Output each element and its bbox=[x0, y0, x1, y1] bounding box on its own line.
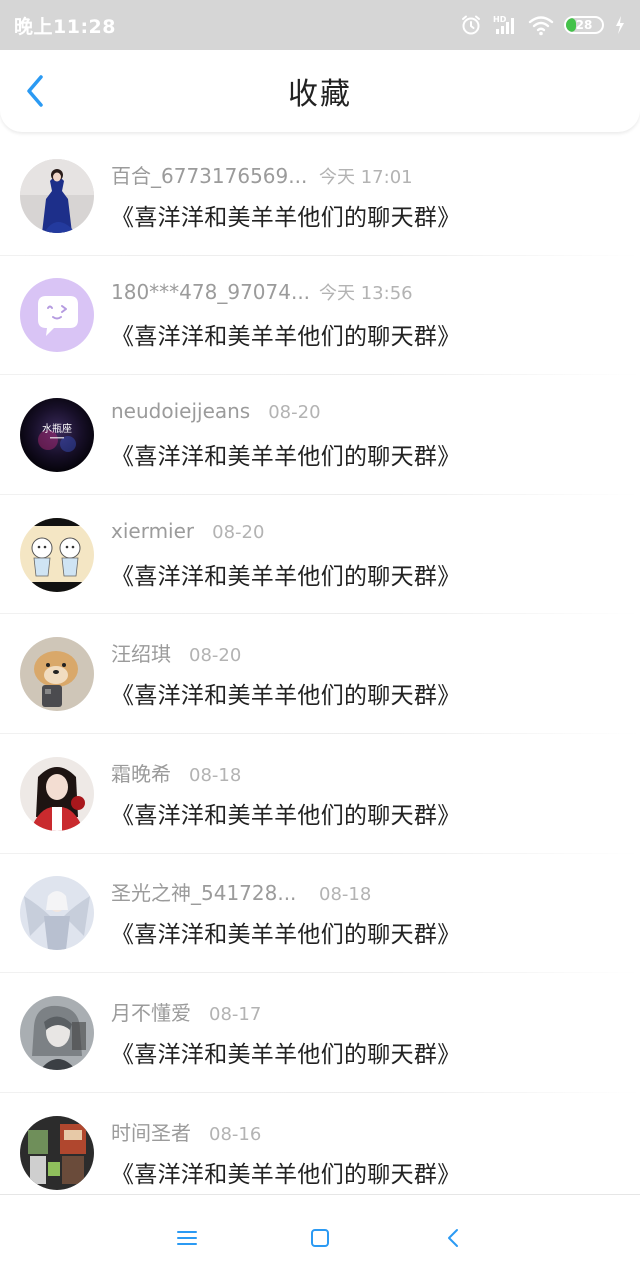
charging-icon bbox=[616, 16, 624, 34]
username: neudoiejjeans bbox=[111, 398, 251, 423]
list-item-text: neudoiejjeans 08-20 《喜洋洋和美羊羊他们的聊天群》 bbox=[111, 399, 461, 471]
avatar[interactable]: 水瓶座 bbox=[20, 397, 94, 472]
list-item-text: 时间圣者 08-16 《喜洋洋和美羊羊他们的聊天群》 bbox=[111, 1117, 461, 1189]
system-nav-bar bbox=[0, 1194, 640, 1280]
avatar[interactable] bbox=[20, 995, 94, 1070]
list-item-text: 月不懂爱 08-17 《喜洋洋和美羊羊他们的聊天群》 bbox=[111, 997, 461, 1069]
back-triangle-icon bbox=[448, 1228, 459, 1247]
story-title: 《喜洋洋和美羊羊他们的聊天群》 bbox=[111, 802, 461, 829]
avatar[interactable] bbox=[20, 1115, 94, 1190]
avatar[interactable] bbox=[20, 637, 94, 712]
page-title: 收藏 bbox=[288, 77, 352, 112]
story-title: 《喜洋洋和美羊羊他们的聊天群》 bbox=[111, 563, 461, 590]
list-item[interactable]: 月不懂爱 08-17 《喜洋洋和美羊羊他们的聊天群》 bbox=[0, 973, 640, 1093]
back-button[interactable] bbox=[18, 74, 52, 108]
status-bar: 晚上11:28 HD 28 bbox=[0, 0, 640, 50]
username: 霜晚希 bbox=[111, 761, 171, 786]
status-icons: HD 28 bbox=[460, 14, 626, 36]
list-item[interactable]: 时间圣者 08-16 《喜洋洋和美羊羊他们的聊天群》 bbox=[0, 1093, 640, 1194]
avatar[interactable] bbox=[20, 278, 94, 353]
username: 汪绍琪 bbox=[111, 642, 171, 667]
svg-text:HD: HD bbox=[493, 15, 507, 24]
timestamp: 今天 17:01 bbox=[319, 166, 413, 188]
home-button[interactable] bbox=[300, 1218, 340, 1258]
username: 月不懂爱 bbox=[111, 1000, 191, 1025]
list-item-text: xiermier 08-20 《喜洋洋和美羊羊他们的聊天群》 bbox=[111, 519, 461, 591]
timestamp: 08-18 bbox=[189, 764, 242, 786]
signal-hd-icon: HD bbox=[493, 15, 514, 34]
timestamp: 今天 13:56 bbox=[319, 283, 413, 305]
list-item[interactable]: 圣光之神_541728... 08-18 《喜洋洋和美羊羊他们的聊天群》 bbox=[0, 854, 640, 974]
avatar[interactable] bbox=[20, 876, 94, 951]
story-title: 《喜洋洋和美羊羊他们的聊天群》 bbox=[111, 683, 461, 710]
header: 收藏 bbox=[0, 50, 640, 132]
avatar-caption: 水瓶座 bbox=[42, 422, 72, 435]
wifi-icon bbox=[528, 16, 554, 36]
list-item[interactable]: 水瓶座 neudoiejjeans 08-20 《喜洋洋和美羊羊他们的聊天群》 bbox=[0, 375, 640, 495]
list-item[interactable]: 180***478_97074... 今天 13:56 《喜洋洋和美羊羊他们的聊… bbox=[0, 256, 640, 376]
home-square-icon bbox=[310, 1228, 329, 1247]
timestamp: 08-20 bbox=[268, 401, 321, 423]
story-title: 《喜洋洋和美羊羊他们的聊天群》 bbox=[111, 443, 461, 470]
username: 180***478_97074... bbox=[111, 280, 311, 305]
favorites-list: 百合_6773176569... 今天 17:01 《喜洋洋和美羊羊他们的聊天群… bbox=[0, 136, 640, 1194]
list-item[interactable]: 霜晚希 08-18 《喜洋洋和美羊羊他们的聊天群》 bbox=[0, 734, 640, 854]
avatar[interactable] bbox=[20, 756, 94, 831]
username: 圣光之神_541728... bbox=[111, 881, 297, 906]
username: 百合_6773176569... bbox=[111, 163, 308, 188]
nav-back-button[interactable] bbox=[433, 1218, 473, 1258]
timestamp: 08-20 bbox=[189, 645, 242, 667]
avatar[interactable] bbox=[20, 517, 94, 592]
menu-button[interactable] bbox=[167, 1218, 207, 1258]
list-item[interactable]: 汪绍琪 08-20 《喜洋洋和美羊羊他们的聊天群》 bbox=[0, 614, 640, 734]
list-item-text: 180***478_97074... 今天 13:56 《喜洋洋和美羊羊他们的聊… bbox=[111, 279, 461, 351]
list-item-text: 汪绍琪 08-20 《喜洋洋和美羊羊他们的聊天群》 bbox=[111, 638, 461, 710]
battery-level-text: 28 bbox=[575, 18, 593, 32]
timestamp: 08-18 bbox=[319, 884, 372, 906]
timestamp: 08-16 bbox=[209, 1123, 262, 1145]
battery-icon: 28 bbox=[564, 16, 604, 34]
chevron-left-icon bbox=[27, 75, 43, 107]
story-title: 《喜洋洋和美羊羊他们的聊天群》 bbox=[111, 204, 461, 231]
list-item[interactable]: xiermier 08-20 《喜洋洋和美羊羊他们的聊天群》 bbox=[0, 495, 640, 615]
story-title: 《喜洋洋和美羊羊他们的聊天群》 bbox=[111, 1041, 461, 1068]
timestamp: 08-17 bbox=[209, 1003, 262, 1025]
story-title: 《喜洋洋和美羊羊他们的聊天群》 bbox=[111, 922, 461, 949]
story-title: 《喜洋洋和美羊羊他们的聊天群》 bbox=[111, 1161, 461, 1188]
list-item-text: 霜晚希 08-18 《喜洋洋和美羊羊他们的聊天群》 bbox=[111, 758, 461, 830]
timestamp: 08-20 bbox=[212, 521, 265, 543]
username: 时间圣者 bbox=[111, 1120, 191, 1145]
username: xiermier bbox=[111, 518, 195, 543]
alarm-icon bbox=[462, 15, 480, 35]
story-title: 《喜洋洋和美羊羊他们的聊天群》 bbox=[111, 324, 461, 351]
list-item-text: 百合_6773176569... 今天 17:01 《喜洋洋和美羊羊他们的聊天群… bbox=[111, 160, 461, 232]
avatar[interactable] bbox=[20, 158, 94, 233]
list-item[interactable]: 百合_6773176569... 今天 17:01 《喜洋洋和美羊羊他们的聊天群… bbox=[0, 136, 640, 256]
menu-icon bbox=[176, 1230, 197, 1245]
list-item-text: 圣光之神_541728... 08-18 《喜洋洋和美羊羊他们的聊天群》 bbox=[111, 877, 461, 949]
status-time: 晚上11:28 bbox=[14, 15, 116, 38]
